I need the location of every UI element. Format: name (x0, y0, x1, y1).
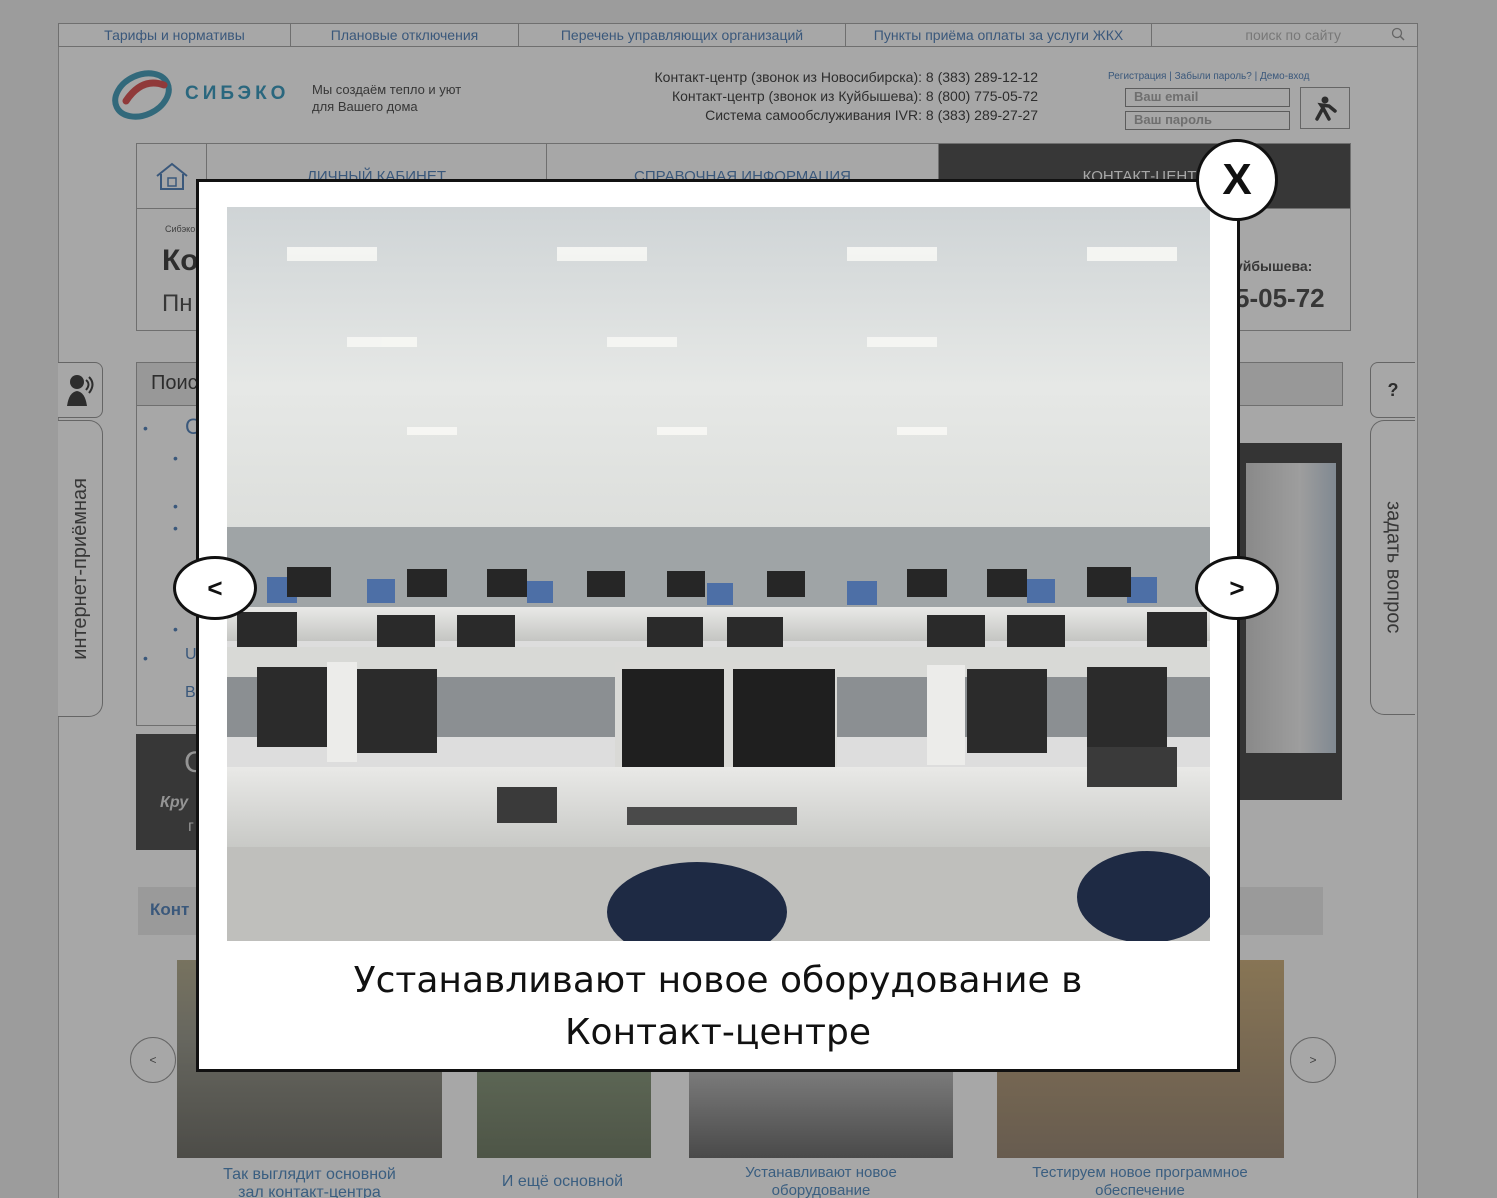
lightbox-close-button[interactable]: X (1196, 139, 1278, 221)
chevron-left-icon: < (207, 572, 223, 603)
lightbox-next-button[interactable]: > (1195, 556, 1279, 620)
chevron-right-icon: > (1229, 572, 1245, 603)
lightbox-prev-button[interactable]: < (173, 556, 257, 620)
lightbox-photo (227, 207, 1210, 941)
lightbox-caption-line-1: Устанавливают новое оборудование в (353, 960, 1083, 1001)
lightbox-caption: Устанавливают новое оборудование в Конта… (196, 955, 1240, 1059)
contact-center-hall-photo (227, 207, 1210, 941)
lightbox-caption-line-2: Контакт-центре (564, 1012, 872, 1053)
close-icon: X (1222, 155, 1252, 204)
